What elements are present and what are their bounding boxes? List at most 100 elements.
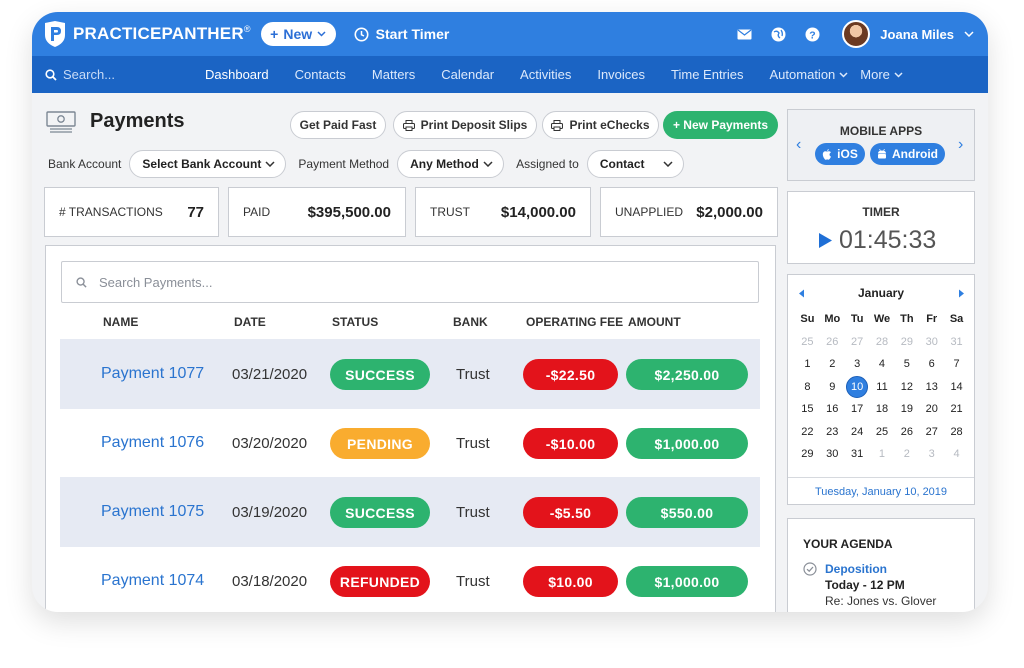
calendar-day[interactable]: 9 (820, 376, 845, 399)
new-button[interactable]: + New (260, 22, 336, 46)
calendar-day[interactable]: 12 (894, 376, 919, 399)
calendar-day[interactable]: 21 (944, 398, 969, 421)
avatar[interactable] (842, 20, 871, 48)
get-paid-fast-button[interactable]: Get Paid Fast (290, 111, 386, 139)
calendar-day[interactable]: 31 (845, 443, 870, 466)
agenda-item-title[interactable]: Deposition (825, 561, 936, 577)
weekday-label: Th (900, 313, 914, 326)
calendar-day[interactable]: 25 (870, 421, 895, 444)
chevron-down-icon[interactable] (964, 31, 974, 37)
calendar-day[interactable]: 19 (894, 398, 919, 421)
payment-name-link[interactable]: Payment 1076 (101, 408, 204, 478)
calendar-day[interactable]: 2 (820, 353, 845, 376)
user-name[interactable]: Joana Miles (880, 27, 954, 42)
calendar-day[interactable]: 16 (820, 398, 845, 421)
nav-activities[interactable]: Activities (520, 67, 571, 82)
payment-method-select[interactable]: Any Method (397, 150, 505, 178)
header-bank[interactable]: BANK (453, 315, 488, 329)
payment-name-link[interactable]: Payment 1077 (101, 339, 204, 409)
bank-account-select[interactable]: Select Bank Account (129, 150, 287, 178)
payment-method-label: Payment Method (298, 157, 390, 171)
agenda-item[interactable]: Deposition Today - 12 PM Re: Jones vs. G… (803, 561, 936, 609)
calendar-day[interactable]: 23 (820, 421, 845, 444)
check-circle-icon[interactable] (803, 562, 817, 576)
calendar-day[interactable]: 4 (870, 353, 895, 376)
calendar-day[interactable]: 26 (820, 331, 845, 354)
calendar-day[interactable]: 6 (919, 353, 944, 376)
calendar-day[interactable]: 29 (795, 443, 820, 466)
calendar-day[interactable]: 3 (845, 353, 870, 376)
status-badge: REFUNDED (330, 566, 430, 597)
calendar-day[interactable]: 1 (870, 443, 895, 466)
timer-title: TIMER (862, 205, 900, 219)
search-payments-input[interactable]: Search Payments... (61, 261, 759, 303)
table-row[interactable]: Payment 1077 03/21/2020 SUCCESS Trust -$… (60, 339, 760, 409)
android-app-button[interactable]: Android (870, 143, 945, 165)
global-search[interactable]: Search... (45, 67, 205, 82)
header-amount[interactable]: AMOUNT (628, 315, 681, 329)
trust-label: TRUST (430, 205, 470, 219)
calendar-day[interactable]: 13 (919, 376, 944, 399)
calendar-day[interactable]: 1 (795, 353, 820, 376)
nav-dashboard[interactable]: Dashboard (205, 67, 269, 82)
chevron-right-icon[interactable]: › (958, 136, 963, 154)
header-name[interactable]: NAME (103, 315, 138, 329)
calendar-day[interactable]: 20 (919, 398, 944, 421)
panther-logo-icon (45, 21, 65, 47)
calendar-day[interactable]: 3 (919, 443, 944, 466)
calendar-day[interactable]: 30 (820, 443, 845, 466)
calendar-day[interactable]: 30 (919, 331, 944, 354)
payment-name-link[interactable]: Payment 1075 (101, 477, 204, 547)
calendar-day[interactable]: 28 (944, 421, 969, 444)
header-status[interactable]: STATUS (332, 315, 378, 329)
table-row[interactable]: Payment 1075 03/19/2020 SUCCESS Trust -$… (60, 477, 760, 547)
calendar-day[interactable]: 17 (845, 398, 870, 421)
header-date[interactable]: DATE (234, 315, 266, 329)
calendar-day[interactable]: 29 (894, 331, 919, 354)
play-icon[interactable] (818, 232, 833, 249)
calendar-day[interactable]: 28 (870, 331, 895, 354)
nav-more[interactable]: More (860, 67, 903, 82)
logo[interactable]: PRACTICEPANTHER® (42, 20, 251, 48)
header-operating-fee[interactable]: OPERATING FEE (526, 315, 623, 329)
chevron-left-icon[interactable]: ‹ (796, 136, 801, 154)
calendar-day[interactable]: 2 (894, 443, 919, 466)
print-deposit-slips-button[interactable]: Print Deposit Slips (393, 111, 537, 139)
calendar-day[interactable]: 27 (845, 331, 870, 354)
table-row[interactable]: Payment 1074 03/18/2020 REFUNDED Trust $… (60, 546, 760, 612)
assigned-to-select[interactable]: Contact (586, 150, 684, 178)
nav-automation[interactable]: Automation (770, 67, 849, 82)
calendar-day-selected[interactable]: 10 (845, 375, 870, 399)
calendar-month: January (857, 286, 905, 300)
start-timer-button[interactable]: Start Timer (354, 26, 449, 42)
new-payments-button[interactable]: + New Payments (663, 111, 778, 139)
help-icon[interactable]: ? (804, 26, 820, 42)
calendar-day[interactable]: 22 (795, 421, 820, 444)
table-row[interactable]: Payment 1076 03/20/2020 PENDING Trust -$… (60, 408, 760, 478)
ios-app-button[interactable]: iOS (815, 143, 865, 165)
globe-icon[interactable] (770, 26, 786, 42)
calendar-day[interactable]: 27 (919, 421, 944, 444)
calendar-day[interactable]: 18 (870, 398, 895, 421)
print-echecks-button[interactable]: Print eChecks (542, 111, 659, 139)
calendar-day[interactable]: 14 (944, 376, 969, 399)
calendar-day[interactable]: 31 (944, 331, 969, 354)
nav-contacts[interactable]: Contacts (295, 67, 346, 82)
calendar-day[interactable]: 24 (845, 421, 870, 444)
cash-icon (46, 110, 76, 133)
calendar-day[interactable]: 26 (894, 421, 919, 444)
calendar-day[interactable]: 7 (944, 353, 969, 376)
calendar-day[interactable]: 15 (795, 398, 820, 421)
calendar-day[interactable]: 4 (944, 443, 969, 466)
mail-icon[interactable] (736, 26, 752, 42)
calendar-day[interactable]: 8 (795, 376, 820, 399)
calendar-day[interactable]: 25 (795, 331, 820, 354)
nav-matters[interactable]: Matters (372, 67, 415, 82)
payment-name-link[interactable]: Payment 1074 (101, 546, 204, 612)
calendar-next-icon[interactable] (958, 289, 965, 298)
calendar-day[interactable]: 11 (870, 376, 895, 399)
nav-time-entries[interactable]: Time Entries (671, 67, 743, 82)
nav-calendar[interactable]: Calendar (441, 67, 494, 82)
calendar-day[interactable]: 5 (894, 353, 919, 376)
nav-invoices[interactable]: Invoices (597, 67, 645, 82)
